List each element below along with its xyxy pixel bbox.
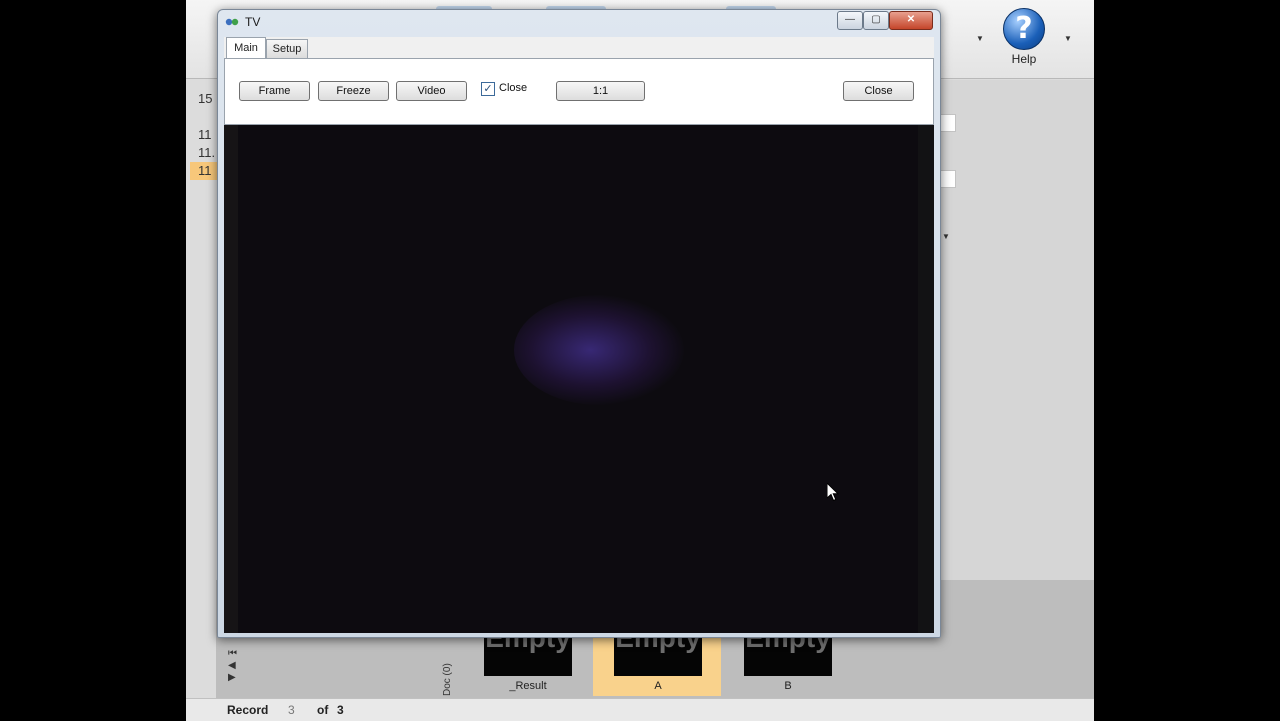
- tab-setup[interactable]: Setup: [266, 39, 308, 58]
- thumbnail-image-text: Empty: [615, 636, 701, 653]
- video-preview[interactable]: [224, 125, 934, 633]
- help-icon: ?: [1003, 8, 1045, 50]
- next-record-icon[interactable]: ▶: [228, 672, 240, 684]
- video-border-left: [224, 125, 238, 633]
- of-label: of: [317, 703, 329, 717]
- main-tab-panel: Frame Freeze Video ✓ Close 1:1 Close: [224, 58, 934, 125]
- record-total: 3: [337, 703, 344, 717]
- record-navigator: ⏮ ◀ ▶: [228, 648, 240, 684]
- dropdown-arrow-icon[interactable]: ▼: [942, 232, 950, 241]
- video-button[interactable]: Video: [396, 81, 467, 101]
- window-content: Main Setup Frame Freeze Video ✓ Close 1:…: [224, 37, 934, 633]
- window-title: TV: [245, 15, 261, 29]
- close-checkbox-label: Close: [499, 82, 528, 94]
- frame-button[interactable]: Frame: [239, 81, 310, 101]
- list-item-selected[interactable]: 11: [190, 162, 220, 180]
- freeze-button[interactable]: Freeze: [318, 81, 389, 101]
- thumbnail-image-text: Empty: [745, 636, 831, 653]
- thumbnail-caption: A: [654, 680, 662, 692]
- mouse-cursor-icon: [827, 483, 839, 502]
- thumbnail-caption: _Result: [509, 680, 547, 692]
- window-close-button[interactable]: ✕: [889, 11, 933, 30]
- record-current: 3: [288, 703, 295, 717]
- tab-bar: Main Setup: [224, 37, 934, 60]
- help-label: Help: [1011, 52, 1037, 66]
- dropdown-arrow-icon[interactable]: ▼: [976, 34, 984, 43]
- thumbnail-b[interactable]: Empty: [744, 636, 832, 676]
- title-bar[interactable]: TV — ▢ ✕: [218, 10, 940, 36]
- list-item[interactable]: 15: [190, 90, 220, 108]
- close-button[interactable]: Close: [843, 81, 914, 101]
- thumbnail-image-text: Empty: [485, 636, 571, 653]
- previous-record-icon[interactable]: ◀: [228, 660, 240, 672]
- record-list: 15 11 11. 11: [190, 90, 220, 180]
- property-panel: ▼: [938, 80, 1094, 580]
- tab-main[interactable]: Main: [226, 37, 266, 60]
- thumbnail-a[interactable]: Empty: [614, 636, 702, 676]
- first-record-icon[interactable]: ⏮: [228, 648, 240, 660]
- list-item[interactable]: 11.: [190, 144, 220, 162]
- thumbnail-result[interactable]: Empty: [484, 636, 572, 676]
- list-item[interactable]: 11: [190, 126, 220, 144]
- record-label: Record: [227, 703, 269, 717]
- maximize-button[interactable]: ▢: [863, 11, 889, 30]
- status-bar: Record 3 of 3: [186, 698, 1094, 721]
- tv-window: TV — ▢ ✕ Main Setup Frame Freeze Video ✓…: [217, 9, 941, 638]
- tv-app-icon: [225, 18, 239, 26]
- close-checkbox[interactable]: ✓: [481, 82, 495, 96]
- help-dropdown-arrow-icon[interactable]: ▼: [1064, 34, 1072, 43]
- ratio-button[interactable]: 1:1: [556, 81, 645, 101]
- video-light-spot: [514, 295, 684, 405]
- thumbnail-caption: B: [784, 680, 792, 692]
- help-button[interactable]: ? Help: [996, 6, 1052, 72]
- video-border-right: [918, 125, 934, 633]
- minimize-button[interactable]: —: [837, 11, 863, 30]
- doc-label: Doc (0): [442, 663, 453, 696]
